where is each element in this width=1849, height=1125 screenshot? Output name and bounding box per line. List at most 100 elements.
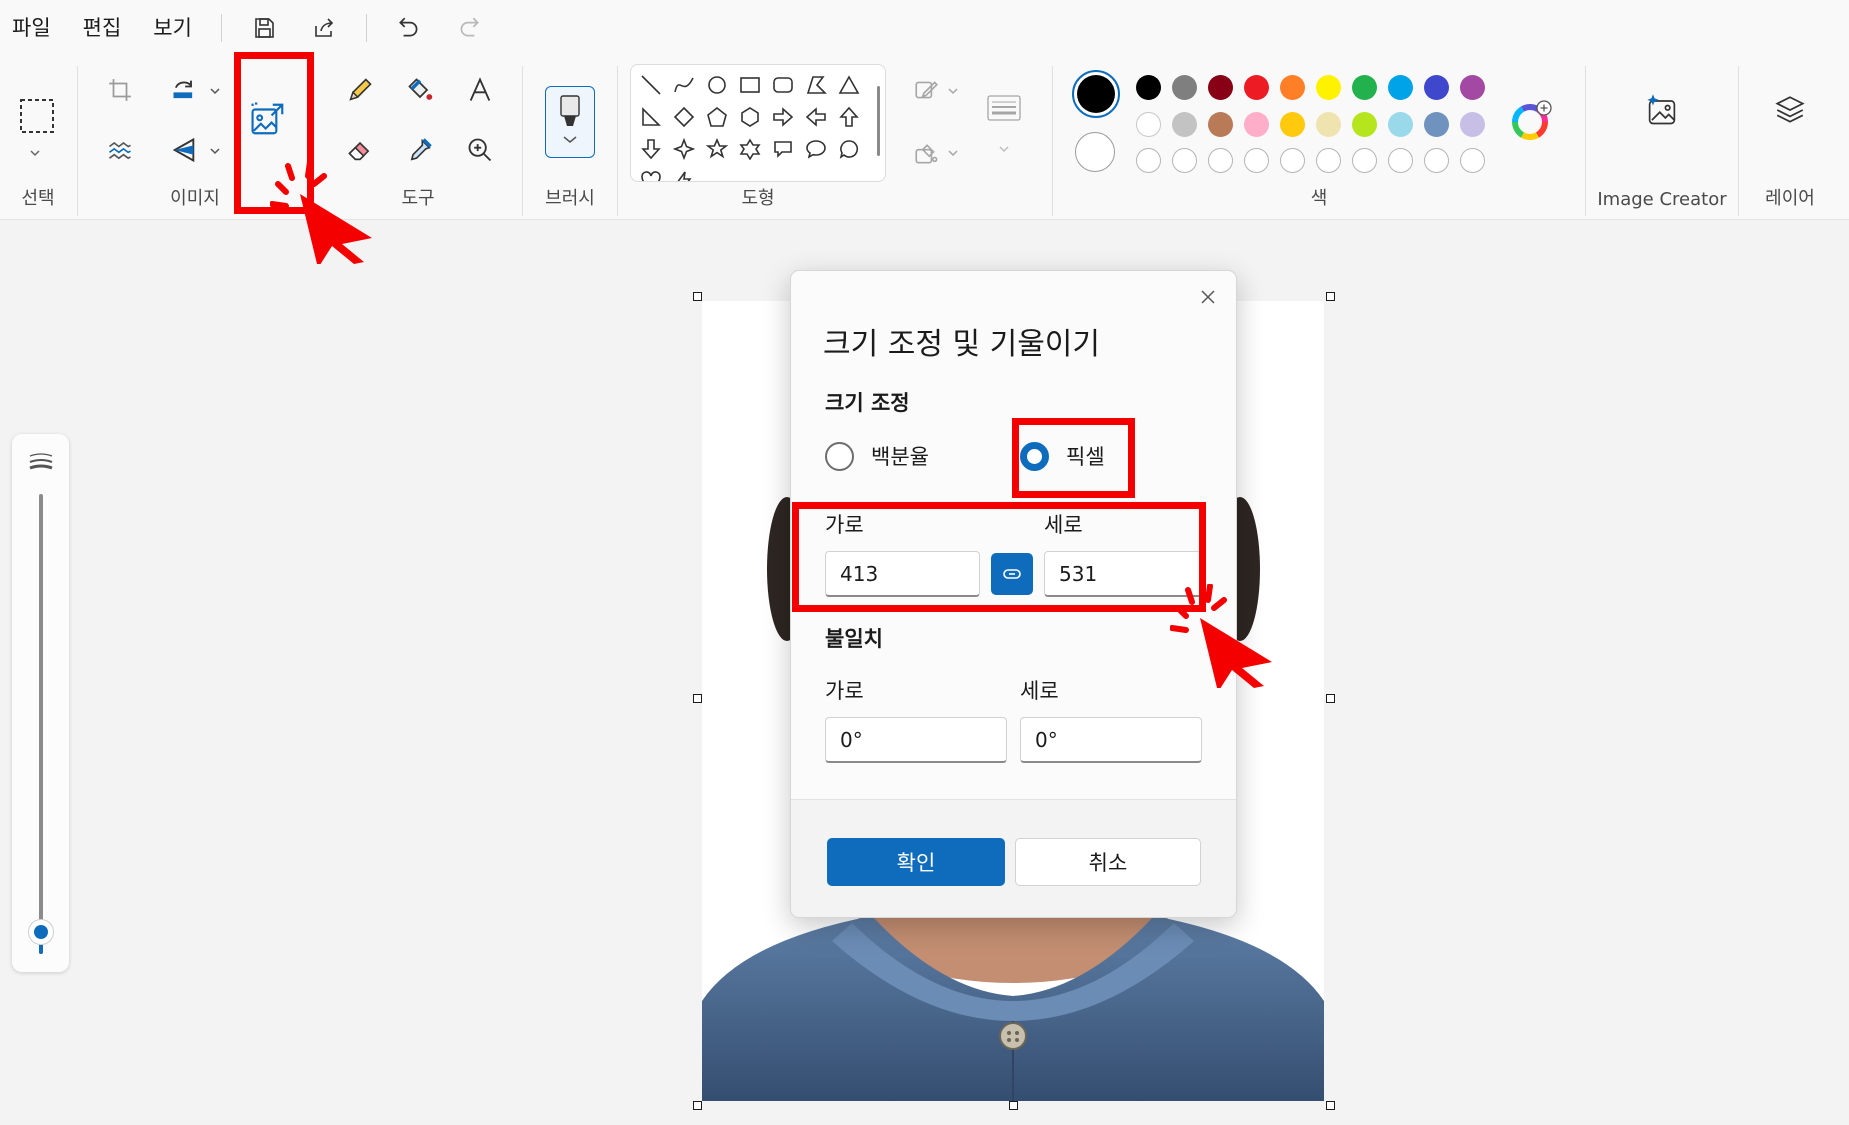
hexagon-shape[interactable] xyxy=(734,101,766,133)
cancel-button[interactable]: 취소 xyxy=(1015,838,1201,886)
curve-shape[interactable] xyxy=(668,69,700,101)
layers-group[interactable]: 레이어 xyxy=(1740,56,1840,220)
resize-handle[interactable] xyxy=(693,292,702,301)
four-point-star-shape[interactable] xyxy=(668,133,700,165)
chevron-down-icon[interactable] xyxy=(208,144,222,158)
chevron-down-icon[interactable] xyxy=(208,84,222,98)
color-swatch[interactable] xyxy=(1208,112,1233,137)
resize-handle[interactable] xyxy=(1326,1101,1335,1110)
rect-callout-shape[interactable] xyxy=(767,133,799,165)
save-button[interactable] xyxy=(240,6,288,50)
fill-button[interactable] xyxy=(400,70,440,110)
percentage-radio[interactable]: 백분율 xyxy=(825,441,929,471)
zoom-slider-thumb[interactable] xyxy=(28,919,54,945)
color-swatch[interactable] xyxy=(1172,112,1197,137)
shapes-scrollbar[interactable] xyxy=(877,86,880,156)
pencil-button[interactable] xyxy=(340,70,380,110)
rectangle-shape[interactable] xyxy=(734,69,766,101)
color-swatch[interactable] xyxy=(1244,75,1269,100)
menu-edit[interactable]: 편집 xyxy=(68,0,139,56)
pentagon-shape[interactable] xyxy=(701,101,733,133)
select-button[interactable] xyxy=(12,86,62,146)
custom-color-slot[interactable] xyxy=(1352,148,1377,173)
color-swatch[interactable] xyxy=(1388,112,1413,137)
six-point-star-shape[interactable] xyxy=(734,133,766,165)
menu-file[interactable]: 파일 xyxy=(0,0,68,56)
magnifier-button[interactable] xyxy=(460,130,500,170)
image-creator-group[interactable]: Image Creator xyxy=(1588,56,1736,220)
line-width-button[interactable] xyxy=(982,86,1026,130)
layers-button[interactable] xyxy=(1766,86,1814,134)
color-swatch[interactable] xyxy=(1136,112,1161,137)
edit-colors-button[interactable] xyxy=(1510,98,1554,142)
share-button[interactable] xyxy=(300,6,348,50)
ok-button[interactable]: 확인 xyxy=(827,838,1005,886)
lightning-shape[interactable] xyxy=(668,165,700,181)
color-swatch[interactable] xyxy=(1388,75,1413,100)
resize-handle[interactable] xyxy=(693,1101,702,1110)
resize-handle[interactable] xyxy=(1009,1101,1018,1110)
polygon-shape[interactable] xyxy=(800,69,832,101)
shape-outline-button[interactable] xyxy=(904,68,948,112)
right-arrow-shape[interactable] xyxy=(767,101,799,133)
color-swatch[interactable] xyxy=(1208,75,1233,100)
background-removal-button[interactable] xyxy=(100,130,140,170)
color-swatch[interactable] xyxy=(1460,112,1485,137)
cloud-callout-shape[interactable] xyxy=(833,133,865,165)
left-arrow-shape[interactable] xyxy=(800,101,832,133)
resize-handle[interactable] xyxy=(693,694,702,703)
undo-button[interactable] xyxy=(385,6,433,50)
secondary-color-selector[interactable] xyxy=(1075,132,1115,172)
custom-color-slot[interactable] xyxy=(1244,148,1269,173)
down-arrow-shape[interactable] xyxy=(635,133,667,165)
skew-horizontal-input[interactable] xyxy=(825,717,1007,763)
color-swatch[interactable] xyxy=(1280,112,1305,137)
right-triangle-shape[interactable] xyxy=(635,101,667,133)
color-swatch[interactable] xyxy=(1172,75,1197,100)
diamond-shape[interactable] xyxy=(668,101,700,133)
rotate-button[interactable] xyxy=(164,70,204,110)
color-swatch[interactable] xyxy=(1316,75,1341,100)
custom-color-slot[interactable] xyxy=(1316,148,1341,173)
color-swatch[interactable] xyxy=(1280,75,1305,100)
chevron-down-icon[interactable] xyxy=(946,84,960,98)
flip-button[interactable] xyxy=(164,130,204,170)
oval-callout-shape[interactable] xyxy=(800,133,832,165)
custom-color-slot[interactable] xyxy=(1172,148,1197,173)
five-point-star-shape[interactable] xyxy=(701,133,733,165)
oval-shape[interactable] xyxy=(701,69,733,101)
color-swatch[interactable] xyxy=(1352,112,1377,137)
up-arrow-shape[interactable] xyxy=(833,101,865,133)
resize-handle[interactable] xyxy=(1326,694,1335,703)
crop-button[interactable] xyxy=(100,70,140,110)
chevron-down-icon[interactable] xyxy=(28,146,42,160)
custom-color-slot[interactable] xyxy=(1460,148,1485,173)
redo-button[interactable] xyxy=(445,6,493,50)
triangle-shape[interactable] xyxy=(833,69,865,101)
custom-color-slot[interactable] xyxy=(1424,148,1449,173)
color-swatch[interactable] xyxy=(1244,112,1269,137)
color-swatch[interactable] xyxy=(1460,75,1485,100)
shape-fill-button[interactable] xyxy=(904,132,948,176)
color-swatch[interactable] xyxy=(1136,75,1161,100)
image-creator-button[interactable] xyxy=(1638,86,1686,134)
line-shape[interactable] xyxy=(635,69,667,101)
brush-button[interactable] xyxy=(545,86,595,158)
color-swatch[interactable] xyxy=(1424,75,1449,100)
menu-view[interactable]: 보기 xyxy=(138,0,209,56)
chevron-down-icon[interactable] xyxy=(946,146,960,160)
color-picker-button[interactable] xyxy=(400,130,440,170)
rounded-rectangle-shape[interactable] xyxy=(767,69,799,101)
skew-vertical-input[interactable] xyxy=(1020,717,1202,763)
custom-color-slot[interactable] xyxy=(1136,148,1161,173)
primary-color-selector[interactable] xyxy=(1072,70,1120,118)
custom-color-slot[interactable] xyxy=(1388,148,1413,173)
custom-color-slot[interactable] xyxy=(1280,148,1305,173)
chevron-down-icon[interactable] xyxy=(997,142,1011,156)
color-swatch[interactable] xyxy=(1316,112,1341,137)
text-button[interactable] xyxy=(460,70,500,110)
custom-color-slot[interactable] xyxy=(1208,148,1233,173)
zoom-slider-track[interactable] xyxy=(39,494,43,954)
heart-shape[interactable] xyxy=(635,165,667,181)
color-swatch[interactable] xyxy=(1352,75,1377,100)
